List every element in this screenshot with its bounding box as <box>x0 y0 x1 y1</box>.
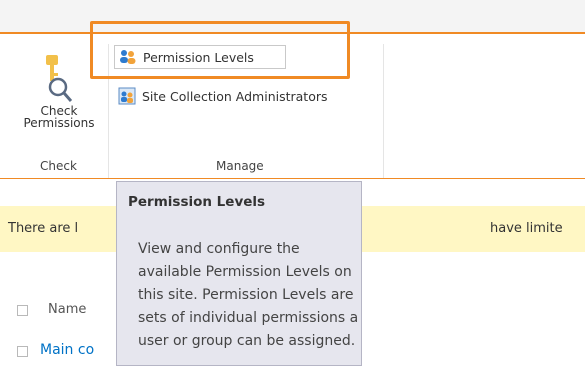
list-item-link[interactable]: Main co <box>40 342 94 358</box>
ribbon-group-divider <box>383 44 384 178</box>
highlight-annotation-box <box>90 21 350 79</box>
check-permissions-label: Check Permissions <box>14 105 104 129</box>
key-magnifier-icon <box>46 55 73 102</box>
notification-text-left: There are l <box>8 221 79 236</box>
row-checkbox[interactable] <box>17 346 28 357</box>
ribbon-bottom-accent-line <box>0 178 585 179</box>
tooltip-title: Permission Levels <box>128 194 266 210</box>
manage-group-label: Manage <box>216 159 264 173</box>
notification-text-right: have limite <box>490 221 563 236</box>
site-collection-administrators-label: Site Collection Administrators <box>142 88 328 104</box>
column-header-name[interactable]: Name <box>48 302 86 317</box>
check-permissions-label-line2: Permissions <box>23 116 95 130</box>
check-group-label: Check <box>40 159 77 173</box>
permission-levels-tooltip: Permission Levels View and configure the… <box>116 181 362 366</box>
admin-people-icon <box>118 87 136 105</box>
tooltip-body: View and configure the available Permiss… <box>138 241 359 349</box>
site-collection-administrators-button[interactable]: Site Collection Administrators <box>118 84 328 108</box>
select-all-checkbox[interactable] <box>17 305 28 316</box>
